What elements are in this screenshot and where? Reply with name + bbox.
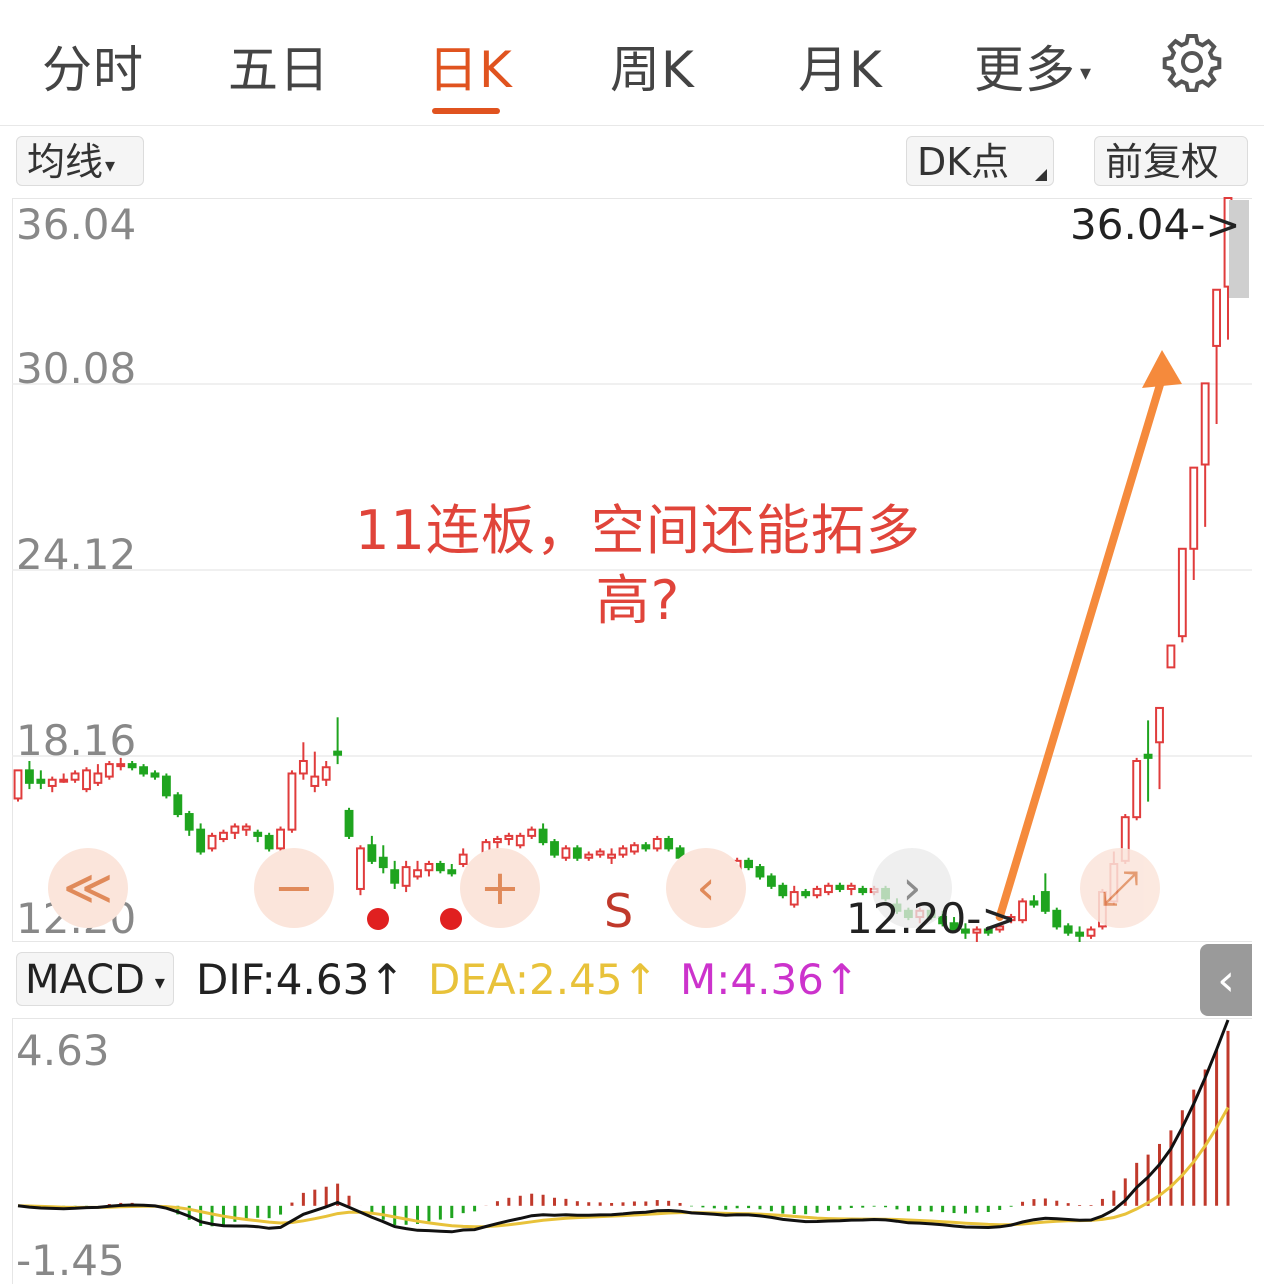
macd-tick: 4.63 xyxy=(16,1026,110,1075)
macd-tick: -1.45 xyxy=(16,1236,125,1285)
macd-chart xyxy=(17,1019,1230,1234)
